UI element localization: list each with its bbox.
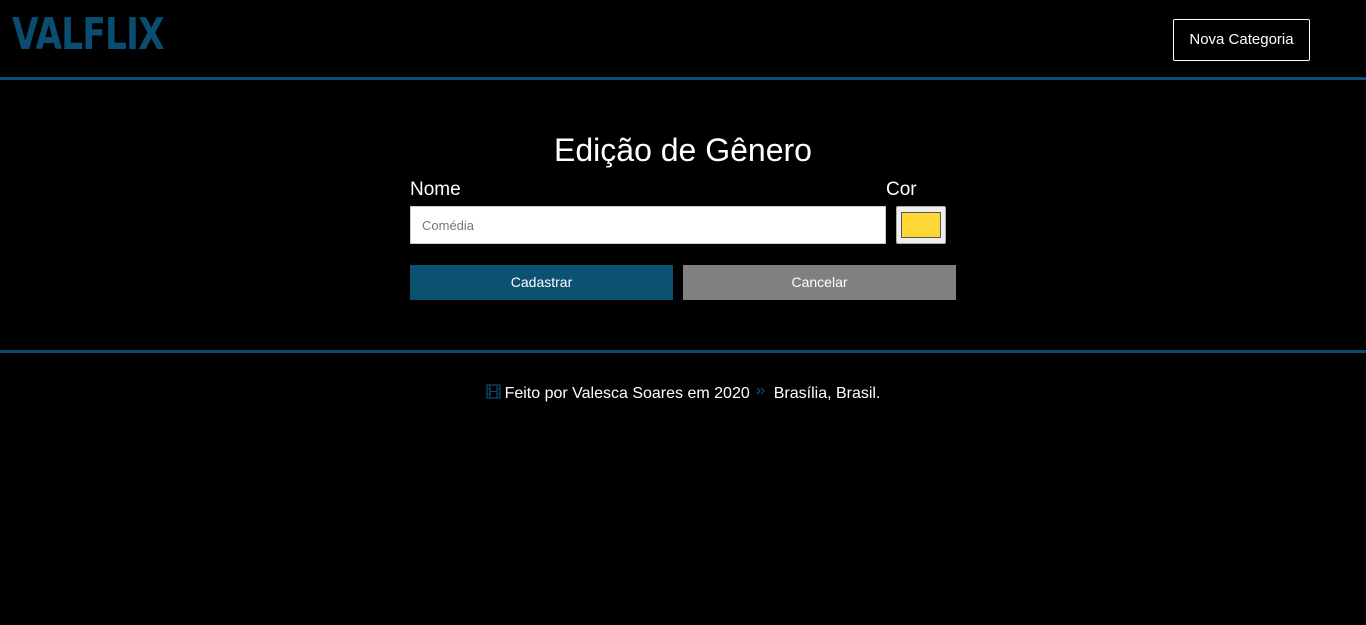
site-header: VALFLIX Nova Categoria xyxy=(0,0,1366,80)
name-label: Nome xyxy=(410,179,461,200)
color-label: Cor xyxy=(886,179,917,200)
color-swatch xyxy=(901,212,941,238)
film-icon xyxy=(485,384,501,406)
color-picker[interactable] xyxy=(896,206,946,244)
page-title: Edição de Gênero xyxy=(554,132,812,168)
double-chevron-right-icon xyxy=(756,380,766,402)
brand-logo[interactable]: VALFLIX xyxy=(12,9,165,61)
cancel-button[interactable]: Cancelar xyxy=(683,265,956,300)
footer-location: Brasília, Brasil. xyxy=(773,385,881,402)
footer-credit: Feito por Valesca Soares em 2020 xyxy=(504,385,750,402)
genre-edit-form: Edição de Gênero Nome Cor Cadastrar Canc… xyxy=(0,80,1366,350)
site-footer: Feito por Valesca Soares em 2020 Brasíli… xyxy=(0,380,1366,406)
new-category-button[interactable]: Nova Categoria xyxy=(1173,19,1310,61)
name-input[interactable] xyxy=(410,206,886,244)
footer-divider xyxy=(0,350,1366,353)
submit-button[interactable]: Cadastrar xyxy=(410,265,673,300)
